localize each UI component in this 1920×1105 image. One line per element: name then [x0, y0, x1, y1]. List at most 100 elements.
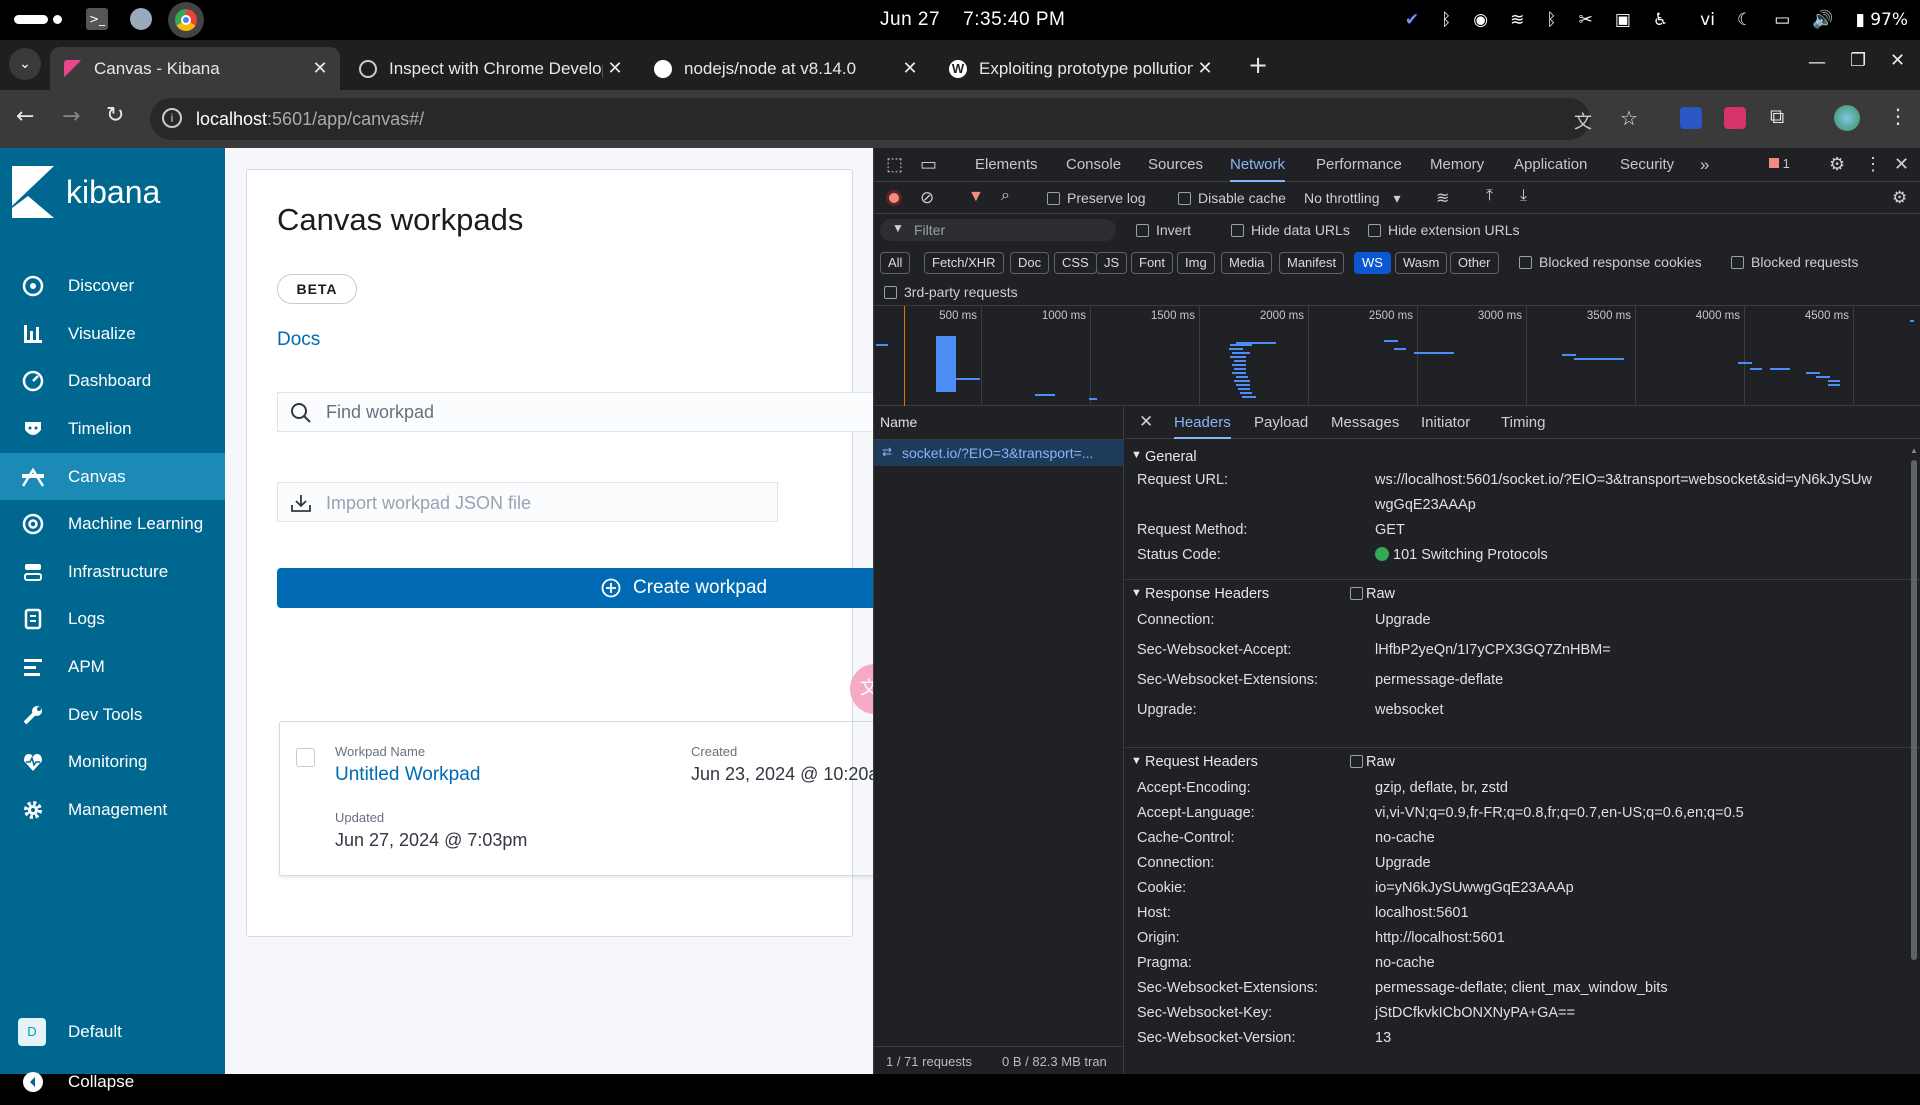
- nav-management[interactable]: Management: [0, 786, 225, 833]
- kibana-logo[interactable]: kibana: [12, 166, 160, 218]
- discord-icon[interactable]: ◉: [1473, 10, 1488, 30]
- tab-messages[interactable]: Messages: [1331, 406, 1399, 439]
- blocked-requests-checkbox[interactable]: Blocked requests: [1731, 254, 1858, 270]
- disable-cache-checkbox[interactable]: Disable cache: [1178, 190, 1286, 206]
- bookmark-star-icon[interactable]: ☆: [1620, 106, 1638, 131]
- download-har-icon[interactable]: ⤓: [1520, 187, 1527, 205]
- nav-timelion[interactable]: Timelion: [0, 405, 225, 452]
- upload-har-icon[interactable]: ⤒: [1486, 187, 1493, 205]
- import-workpad-button[interactable]: Import workpad JSON file: [277, 482, 778, 522]
- type-wasm[interactable]: Wasm: [1395, 252, 1448, 274]
- nav-logs[interactable]: Logs: [0, 595, 225, 642]
- tab-timing[interactable]: Timing: [1501, 406, 1545, 439]
- tab-elements[interactable]: Elements: [975, 148, 1038, 182]
- os-clock[interactable]: Jun 27 7:35:40 PM: [880, 9, 1065, 31]
- type-media[interactable]: Media: [1221, 252, 1273, 274]
- nav-apm[interactable]: APM: [0, 643, 225, 690]
- settings-app-icon[interactable]: [130, 8, 152, 30]
- minimize-button[interactable]: —: [1808, 52, 1826, 73]
- nav-machine-learning[interactable]: Machine Learning: [0, 500, 225, 547]
- forward-button[interactable]: →: [62, 104, 80, 129]
- devtools-menu-icon[interactable]: ⋮: [1864, 154, 1882, 175]
- omnibox[interactable]: i localhost:5601/app/canvas#/ 文 ☆: [150, 98, 1638, 140]
- hide-ext-urls-checkbox[interactable]: Hide extension URLs: [1368, 222, 1520, 238]
- name-column-header[interactable]: Name: [880, 414, 917, 430]
- type-css[interactable]: CSS: [1054, 252, 1097, 274]
- display-icon[interactable]: ▭: [1774, 10, 1790, 30]
- nav-monitoring[interactable]: Monitoring: [0, 738, 225, 785]
- filter-input[interactable]: ▼ Filter: [880, 219, 1116, 241]
- close-icon[interactable]: ✕: [898, 58, 922, 79]
- third-party-checkbox[interactable]: 3rd-party requests: [884, 284, 1018, 300]
- reload-button[interactable]: ↻: [106, 103, 124, 128]
- find-workpad-search[interactable]: Find workpad: [277, 392, 873, 432]
- tab-sources[interactable]: Sources: [1148, 148, 1203, 182]
- nav-dashboard[interactable]: Dashboard: [0, 357, 225, 404]
- workpad-name-link[interactable]: Untitled Workpad: [335, 764, 480, 786]
- inspect-element-icon[interactable]: ⬚: [886, 154, 903, 175]
- keyboard-language[interactable]: vi: [1700, 10, 1715, 30]
- type-fetch-xhr[interactable]: Fetch/XHR: [924, 252, 1004, 274]
- collapse-button[interactable]: Collapse: [0, 1058, 225, 1105]
- tab-performance[interactable]: Performance: [1316, 148, 1402, 182]
- back-button[interactable]: ←: [16, 104, 34, 129]
- nav-infrastructure[interactable]: Infrastructure: [0, 548, 225, 595]
- type-js[interactable]: JS: [1096, 252, 1128, 274]
- nav-dev-tools[interactable]: Dev Tools: [0, 691, 225, 738]
- nav-canvas[interactable]: Canvas: [0, 453, 225, 500]
- bluetooth-device-icon[interactable]: ᛒ: [1546, 10, 1556, 30]
- row-checkbox[interactable]: [296, 748, 315, 767]
- site-info-icon[interactable]: i: [162, 108, 182, 128]
- night-mode-icon[interactable]: ☾: [1737, 10, 1752, 30]
- device-toolbar-icon[interactable]: ▭: [920, 154, 937, 175]
- tab-initiator[interactable]: Initiator: [1421, 406, 1470, 439]
- type-manifest[interactable]: Manifest: [1279, 252, 1345, 274]
- tab-headers[interactable]: Headers: [1174, 406, 1231, 439]
- tab-search-button[interactable]: ⌄: [9, 48, 41, 80]
- detail-scrollbar[interactable]: ▲: [1909, 446, 1919, 1074]
- tab-application[interactable]: Application: [1514, 148, 1587, 182]
- blocked-cookies-checkbox[interactable]: Blocked response cookies: [1519, 254, 1702, 270]
- translate-floating-icon[interactable]: 文A: [850, 664, 873, 714]
- screen-icon[interactable]: ▣: [1615, 10, 1631, 30]
- chrome-app-icon[interactable]: [168, 2, 204, 38]
- general-section-header[interactable]: ▼ General: [1125, 446, 1920, 470]
- error-count[interactable]: 1: [1769, 156, 1790, 171]
- close-icon[interactable]: ✕: [308, 58, 332, 79]
- terminal-app-icon[interactable]: >_: [86, 8, 108, 30]
- scroll-up-icon[interactable]: ▲: [1910, 446, 1918, 455]
- tab-inspect-chrome[interactable]: Inspect with Chrome Develop ✕: [345, 47, 635, 90]
- close-icon[interactable]: ✕: [1193, 58, 1217, 79]
- devtools-settings-icon[interactable]: ⚙: [1829, 154, 1845, 175]
- response-headers-section[interactable]: ▼ Response Headers Raw: [1125, 579, 1920, 607]
- translate-icon[interactable]: 文: [1574, 108, 1592, 134]
- raw-toggle[interactable]: Raw: [1350, 754, 1395, 770]
- tools-icon[interactable]: ✂: [1579, 10, 1593, 30]
- nav-visualize[interactable]: Visualize: [0, 310, 225, 357]
- tab-security[interactable]: Security: [1620, 148, 1674, 182]
- tab-network[interactable]: Network: [1230, 148, 1286, 182]
- request-row[interactable]: ⇄ socket.io/?EIO=3&transport=...: [874, 440, 1124, 466]
- bluetooth-icon[interactable]: ᛒ: [1441, 10, 1451, 30]
- battery-status[interactable]: ▮ 97%: [1855, 10, 1908, 30]
- clear-icon[interactable]: ⊘: [920, 188, 934, 208]
- network-conditions-icon[interactable]: ≋: [1436, 188, 1449, 208]
- window-close-button[interactable]: ✕: [1890, 50, 1905, 71]
- new-tab-button[interactable]: +: [1244, 52, 1272, 80]
- invert-checkbox[interactable]: Invert: [1136, 222, 1191, 238]
- extension-translate-icon[interactable]: [1724, 107, 1746, 129]
- type-font[interactable]: Font: [1131, 252, 1174, 274]
- volume-icon[interactable]: 🔊: [1812, 10, 1833, 30]
- hide-data-urls-checkbox[interactable]: Hide data URLs: [1231, 222, 1350, 238]
- raw-toggle[interactable]: Raw: [1350, 586, 1395, 602]
- profile-avatar[interactable]: [1834, 105, 1860, 131]
- type-doc[interactable]: Doc: [1010, 252, 1050, 274]
- close-detail-icon[interactable]: ✕: [1139, 412, 1153, 432]
- nav-discover[interactable]: Discover: [0, 262, 225, 309]
- launcher-dot-icon[interactable]: [53, 15, 62, 24]
- record-icon[interactable]: [886, 190, 902, 206]
- space-selector[interactable]: D Default: [0, 1008, 225, 1055]
- tab-payload[interactable]: Payload: [1254, 406, 1308, 439]
- browser-menu-icon[interactable]: ⋮: [1888, 104, 1908, 128]
- search-icon[interactable]: ⌕: [1001, 187, 1010, 205]
